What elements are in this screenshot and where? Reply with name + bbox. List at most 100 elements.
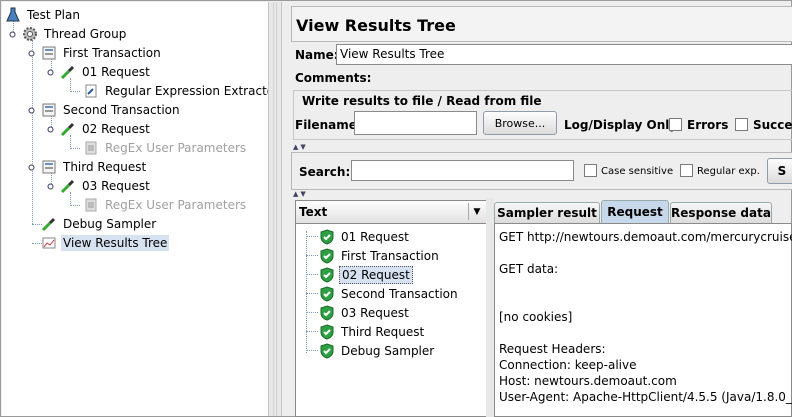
transaction-controller-icon <box>41 102 57 118</box>
tree-item-label: 01 Request <box>82 64 150 79</box>
success-shield-icon <box>319 304 335 321</box>
expand-handle-icon[interactable] <box>47 126 54 133</box>
sampler-pipette-icon <box>60 121 76 137</box>
tab-sampler-result[interactable]: Sampler result <box>494 202 600 223</box>
result-item-label: First Transaction <box>341 248 439 263</box>
chevron-down-icon[interactable]: ▼ <box>468 203 485 220</box>
tree-item-label: Test Plan <box>27 7 80 22</box>
tree-item-thread-group[interactable]: Thread Group <box>22 24 128 43</box>
tree-connector <box>32 40 33 224</box>
split-pane-divider[interactable] <box>268 2 282 416</box>
expand-handle-icon[interactable] <box>28 50 35 57</box>
renderer-select[interactable]: Text ▼ <box>296 201 487 224</box>
request-content[interactable]: GET http://newtours.demoaut.com/mercuryc… <box>494 223 792 417</box>
tree-item-regex-user-params-2[interactable]: RegEx User Parameters <box>83 195 248 214</box>
tree-item-second-transaction[interactable]: Second Transaction <box>41 100 182 119</box>
tree-item-debug-sampler[interactable]: Debug Sampler <box>41 214 158 233</box>
result-item[interactable]: 01 Request <box>306 227 411 246</box>
name-field[interactable]: View Results Tree <box>336 44 792 65</box>
expand-handle-icon[interactable] <box>47 183 54 190</box>
expand-handle-icon[interactable] <box>47 69 54 76</box>
result-item-label: 01 Request <box>341 229 409 244</box>
tree-item-first-transaction[interactable]: First Transaction <box>41 43 163 62</box>
case-sensitive-label: Case sensitive <box>601 166 674 177</box>
tree-item-label: 03 Request <box>82 178 150 193</box>
tree-item-03-request[interactable]: 03 Request <box>60 176 152 195</box>
tree-item-01-request[interactable]: 01 Request <box>60 62 152 81</box>
result-item-label: 02 Request <box>339 265 413 284</box>
tree-item-label: View Results Tree <box>61 234 170 251</box>
tree-item-test-plan[interactable]: Test Plan <box>5 5 82 24</box>
tree-item-label: Thread Group <box>44 26 127 41</box>
tree-item-label: Third Request <box>63 159 147 174</box>
transaction-controller-icon <box>41 45 57 61</box>
regex-checkbox[interactable] <box>680 164 693 177</box>
request-line: User-Agent: Apache-HttpClient/4.5.5 (Jav… <box>499 390 792 404</box>
results-list: Text ▼ 01 Request First Transaction 02 R… <box>295 200 488 417</box>
renderer-selected-value: Text <box>299 205 328 219</box>
tree-item-third-request[interactable]: Third Request <box>41 157 148 176</box>
expand-handle-icon[interactable] <box>9 31 16 38</box>
request-line: GET data: <box>499 262 559 276</box>
tab-response-data[interactable]: Response data <box>670 202 772 223</box>
search-button[interactable]: S <box>767 158 792 184</box>
collapse-arrows-icon[interactable]: ▲▼ <box>293 143 308 151</box>
success-shield-icon <box>319 228 335 245</box>
tree-item-regex-user-params[interactable]: RegEx User Parameters <box>83 138 248 157</box>
result-item-label: Second Transaction <box>341 286 458 301</box>
collapse-arrows-icon[interactable]: ▲▼ <box>293 190 308 198</box>
search-label: Search: <box>299 165 351 179</box>
tree-item-label: First Transaction <box>63 45 161 60</box>
success-shield-icon <box>319 342 335 359</box>
tree-connector <box>70 205 80 206</box>
filename-label: Filename <box>295 118 357 132</box>
sampler-pipette-icon <box>60 178 76 194</box>
preprocessor-icon <box>83 197 99 213</box>
tree-item-view-results-tree[interactable]: View Results Tree <box>41 233 170 252</box>
success-shield-icon <box>319 247 335 264</box>
expand-handle-icon[interactable] <box>28 107 35 114</box>
tree-item-label: Regular Expression Extractor <box>105 83 280 98</box>
result-item[interactable]: 02 Request <box>306 265 413 284</box>
sampler-pipette-icon <box>60 64 76 80</box>
tree-item-regex-extractor[interactable]: Regular Expression Extractor <box>83 81 281 100</box>
browse-button[interactable]: Browse... <box>483 111 557 135</box>
regex-label: Regular exp. <box>697 166 760 177</box>
tree-connector <box>70 148 80 149</box>
request-line: Request Headers: <box>499 342 606 356</box>
request-line: GET http://newtours.demoaut.com/mercuryc… <box>499 230 792 244</box>
result-item[interactable]: Third Request <box>306 322 426 341</box>
expand-handle-icon[interactable] <box>28 164 35 171</box>
app-window: Test Plan Thread Group First Transaction… <box>0 0 792 417</box>
detail-tabs: Sampler result Request Response data GET… <box>494 200 792 417</box>
preprocessor-icon <box>83 140 99 156</box>
gear-icon <box>22 26 38 42</box>
sampler-pipette-icon <box>41 216 57 232</box>
result-item[interactable]: 03 Request <box>306 303 411 322</box>
result-item[interactable]: Debug Sampler <box>306 341 436 360</box>
request-line: [no cookies] <box>499 310 573 324</box>
results-split-divider[interactable] <box>486 198 494 417</box>
request-line: Connection: keep-alive <box>499 358 637 372</box>
errors-checkbox[interactable] <box>669 118 682 131</box>
successes-label: Succes <box>753 118 792 132</box>
successes-checkbox[interactable] <box>735 118 748 131</box>
tree-item-label: 02 Request <box>82 121 150 136</box>
tab-request[interactable]: Request <box>601 200 669 223</box>
filename-field[interactable] <box>354 111 477 135</box>
search-input[interactable] <box>351 160 574 181</box>
log-display-label: Log/Display Only: <box>564 118 682 132</box>
listener-graph-icon <box>41 235 57 251</box>
success-shield-icon <box>319 285 335 302</box>
panel-title: View Results Tree <box>291 6 792 42</box>
tree-item-label: Second Transaction <box>63 102 180 117</box>
file-section-title: Write results to file / Read from file <box>302 94 542 108</box>
tree-item-02-request[interactable]: 02 Request <box>60 119 152 138</box>
comments-label: Comments: <box>295 71 372 85</box>
tree-item-label: Debug Sampler <box>63 216 157 231</box>
result-item[interactable]: First Transaction <box>306 246 441 265</box>
errors-label: Errors <box>687 118 729 132</box>
result-item-label: 03 Request <box>341 305 409 320</box>
case-sensitive-checkbox[interactable] <box>584 164 597 177</box>
result-item[interactable]: Second Transaction <box>306 284 460 303</box>
